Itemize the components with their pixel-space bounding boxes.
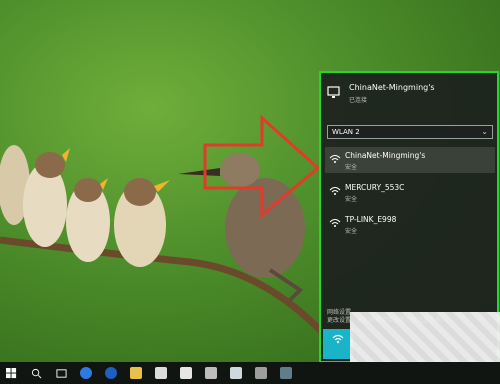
watermark-mosaic — [350, 312, 500, 362]
wifi-secure-icon — [329, 219, 341, 227]
wifi-secure-icon — [329, 155, 341, 163]
adapter-select-value: WLAN 2 — [332, 128, 360, 136]
wifi-icon — [332, 334, 344, 344]
store-icon[interactable] — [150, 362, 172, 384]
ethernet-monitor-icon — [327, 86, 340, 98]
network-name: MERCURY_553C — [345, 183, 405, 192]
adapter-select[interactable]: WLAN 2 ⌄ — [327, 125, 493, 139]
edge-icon[interactable] — [75, 362, 97, 384]
network-security: 安全 — [345, 164, 358, 171]
wifi-toggle-tile[interactable] — [323, 329, 353, 359]
connected-network[interactable]: ChinaNet-Mingming's 已连接 — [327, 81, 491, 111]
app-icon-3[interactable] — [275, 362, 297, 384]
network-name: TP-LINK_E998 — [345, 215, 397, 224]
chevron-down-icon: ⌄ — [481, 127, 488, 136]
network-security: 安全 — [345, 196, 358, 203]
mail-icon[interactable] — [175, 362, 197, 384]
file-explorer-icon[interactable] — [125, 362, 147, 384]
network-item-tplink[interactable]: TP-LINK_E998 安全 — [325, 211, 495, 237]
app-icon-2[interactable] — [250, 362, 272, 384]
app-icon[interactable] — [225, 362, 247, 384]
wifi-secure-icon — [329, 187, 341, 195]
ie-icon[interactable] — [100, 362, 122, 384]
network-name: ChinaNet-Mingming's — [345, 151, 426, 160]
connected-status: 已连接 — [349, 97, 368, 104]
taskbar — [0, 362, 500, 384]
connected-ssid: ChinaNet-Mingming's — [349, 83, 435, 92]
search-icon[interactable] — [25, 362, 47, 384]
network-item-mercury[interactable]: MERCURY_553C 安全 — [325, 179, 495, 205]
network-item-chinanet[interactable]: ChinaNet-Mingming's 安全 — [325, 147, 495, 173]
calculator-icon[interactable] — [200, 362, 222, 384]
task-view-icon[interactable] — [50, 362, 72, 384]
network-security: 安全 — [345, 228, 358, 235]
windows-start-icon[interactable] — [0, 362, 22, 384]
